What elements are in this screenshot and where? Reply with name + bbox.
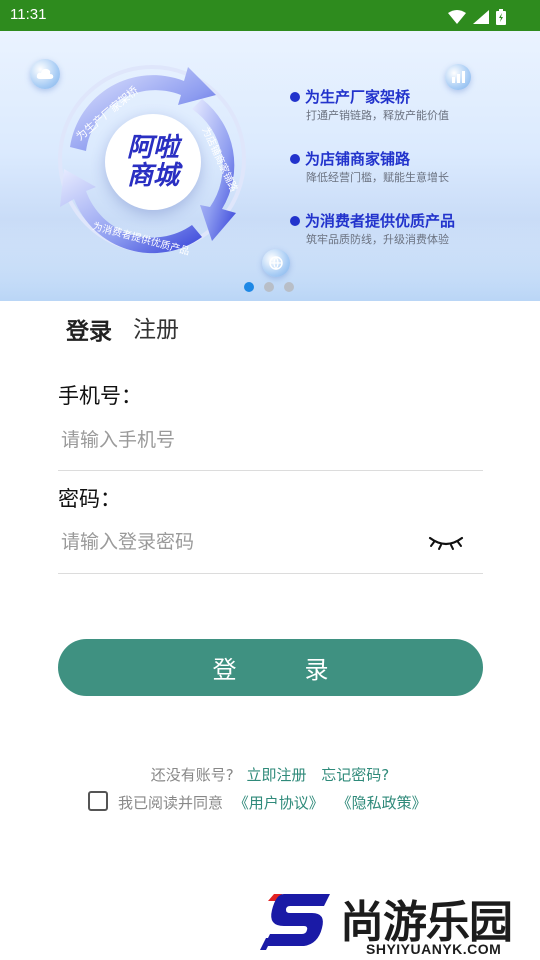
privacy-policy-link[interactable]: 《隐私政策》 bbox=[337, 794, 427, 812]
eye-closed-icon[interactable] bbox=[428, 532, 464, 552]
footer-links: 还没有账号? 立即注册 忘记密码? bbox=[0, 764, 540, 785]
password-input[interactable] bbox=[58, 527, 421, 557]
brand-name-line1: 阿啦 bbox=[126, 133, 179, 163]
register-now-link[interactable]: 立即注册 bbox=[246, 766, 306, 784]
status-icons bbox=[446, 6, 506, 25]
signal-icon bbox=[472, 9, 489, 24]
watermark-logo-icon bbox=[260, 894, 330, 950]
brand-name-line2: 商城 bbox=[126, 161, 179, 191]
tab-register[interactable]: 注册 bbox=[133, 310, 179, 344]
user-agreement-link[interactable]: 《用户协议》 bbox=[234, 794, 324, 812]
globe-icon bbox=[262, 249, 290, 277]
phone-label: 手机号： bbox=[58, 384, 142, 408]
status-bar: 11:31 bbox=[0, 0, 540, 31]
bullet-subtitle: 打通产销链路，释放产能价值 bbox=[306, 109, 449, 122]
forgot-password-link[interactable]: 忘记密码? bbox=[321, 766, 389, 784]
watermark-url: SHYIYUANYK.COM bbox=[366, 941, 502, 957]
phone-input[interactable] bbox=[58, 425, 486, 455]
tab-login[interactable]: 登录 bbox=[66, 312, 112, 346]
no-account-text: 还没有账号? bbox=[150, 766, 234, 784]
agree-text: 我已阅读并同意 bbox=[118, 794, 224, 812]
chart-icon bbox=[445, 64, 471, 90]
bullet-subtitle: 降低经营门槛，赋能生意增长 bbox=[306, 171, 449, 184]
password-label: 密码： bbox=[58, 487, 121, 511]
wifi-icon bbox=[447, 9, 466, 24]
bullet-dot bbox=[290, 92, 300, 102]
bullet-subtitle: 筑牢品质防线，升级消费体验 bbox=[306, 233, 449, 246]
agreement-row: 我已阅读并同意 《用户协议》 《隐私政策》 bbox=[88, 791, 427, 813]
bullet-title: 为消费者提供优质产品 bbox=[305, 212, 456, 230]
divider bbox=[58, 573, 483, 574]
brand-logo: 阿啦 商城 bbox=[105, 114, 201, 210]
battery-icon bbox=[496, 8, 506, 25]
login-button[interactable]: 登 录 bbox=[58, 639, 483, 696]
bullet-title: 为店铺商家铺路 bbox=[305, 150, 411, 168]
bullet-title: 为生产厂家架桥 bbox=[305, 88, 411, 106]
bullet-dot bbox=[290, 216, 300, 226]
carousel-dot[interactable] bbox=[244, 282, 254, 292]
agree-checkbox[interactable] bbox=[88, 791, 108, 811]
carousel-dot[interactable] bbox=[264, 282, 274, 292]
bullet-dot bbox=[290, 154, 300, 164]
divider bbox=[58, 470, 483, 471]
carousel-indicator bbox=[244, 277, 304, 296]
carousel-dot[interactable] bbox=[284, 282, 294, 292]
status-time: 11:31 bbox=[10, 6, 47, 23]
promo-banner[interactable]: 为生产厂家架桥 为店铺商家铺路 为消费者提供优质产品 阿啦 商城 为生产厂家架桥… bbox=[0, 31, 540, 301]
watermark: 尚游乐园 SHYIYUANYK.COM bbox=[260, 890, 540, 960]
